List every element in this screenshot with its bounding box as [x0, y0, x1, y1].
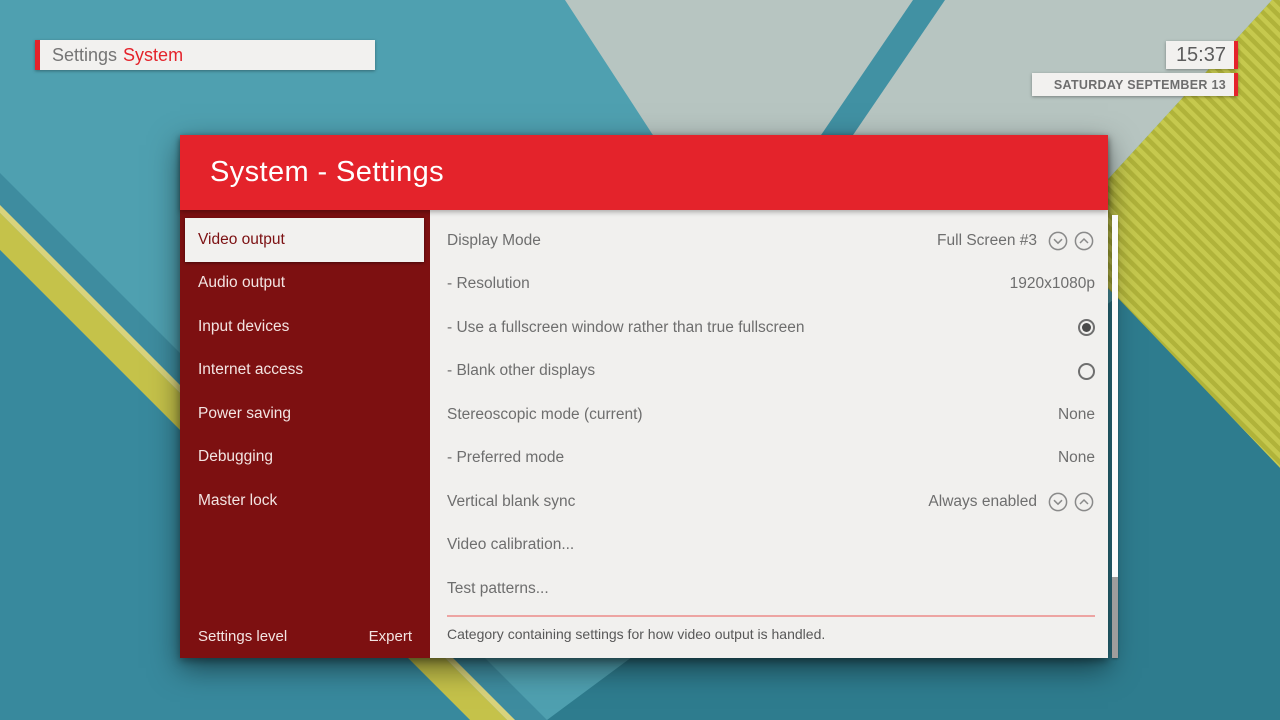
sidebar-item-label: Internet access: [198, 361, 303, 379]
sidebar-item-label: Audio output: [198, 274, 285, 292]
sidebar-item-label: Input devices: [198, 318, 289, 336]
setting-label: Vertical blank sync: [447, 493, 928, 511]
sidebar-item-label: Power saving: [198, 405, 291, 423]
setting-row-vertical-blank-sync[interactable]: Vertical blank syncAlways enabled: [430, 480, 1108, 524]
setting-row-display-mode[interactable]: Display ModeFull Screen #3: [430, 219, 1108, 263]
settings-dialog: System - Settings Video output Audio outp…: [180, 135, 1108, 658]
spinner-up-icon[interactable]: [1073, 230, 1095, 252]
setting-row-blank-other-displays[interactable]: - Blank other displays: [430, 350, 1108, 394]
spinner-control: [1047, 491, 1095, 513]
kodi-screen: Settings System 15:37 SATURDAY SEPTEMBER…: [0, 0, 1280, 720]
spinner-down-icon[interactable]: [1047, 230, 1069, 252]
sidebar-item-input-devices[interactable]: Input devices: [180, 305, 430, 349]
sidebar-item-label: Master lock: [198, 492, 277, 510]
sidebar-item-master-lock[interactable]: Master lock: [180, 479, 430, 523]
sidebar-item-debugging[interactable]: Debugging: [180, 436, 430, 480]
setting-label: Stereoscopic mode (current): [447, 406, 1058, 424]
sidebar-item-power-saving[interactable]: Power saving: [180, 392, 430, 436]
setting-row-stereoscopic-mode-current[interactable]: Stereoscopic mode (current)None: [430, 393, 1108, 437]
sidebar-item-video-output[interactable]: Video output: [185, 218, 424, 262]
setting-label: Video calibration...: [447, 536, 1095, 554]
setting-row-resolution[interactable]: - Resolution1920x1080p: [430, 263, 1108, 307]
spinner-control: [1047, 230, 1095, 252]
setting-row-use-a-fullscreen-window-rather-than-true-fullscreen[interactable]: - Use a fullscreen window rather than tr…: [430, 306, 1108, 350]
setting-row-video-calibration[interactable]: Video calibration...: [430, 524, 1108, 568]
dialog-header: System - Settings: [180, 135, 1108, 210]
settings-panel: Display ModeFull Screen #3- Resolution19…: [430, 210, 1108, 658]
dialog-scrollbar[interactable]: [1112, 215, 1118, 658]
sidebar-item-audio-output[interactable]: Audio output: [180, 262, 430, 306]
sidebar-item-label: Video output: [198, 231, 285, 249]
spinner-up-icon[interactable]: [1073, 491, 1095, 513]
clock-date: SATURDAY SEPTEMBER 13: [1054, 78, 1226, 92]
setting-row-test-patterns[interactable]: Test patterns...: [430, 567, 1108, 611]
settings-level-row[interactable]: Settings level Expert: [198, 628, 412, 645]
settings-level-value: Expert: [369, 628, 412, 645]
radio-button[interactable]: [1078, 319, 1095, 336]
setting-value: Full Screen #3: [937, 232, 1037, 250]
breadcrumb-subsection: System: [123, 45, 183, 66]
setting-value: 1920x1080p: [1010, 275, 1095, 293]
scrollbar-thumb[interactable]: [1112, 577, 1118, 658]
setting-value: None: [1058, 449, 1095, 467]
breadcrumb: Settings System: [35, 40, 375, 70]
sidebar-list: Video output Audio output Input devices Int…: [180, 218, 430, 523]
setting-label: - Resolution: [447, 275, 1010, 293]
clock-time: 15:37: [1176, 44, 1226, 67]
clock-time-box: 15:37: [1166, 41, 1238, 69]
breadcrumb-section: Settings: [52, 45, 117, 66]
setting-value: Always enabled: [928, 493, 1037, 511]
setting-label: - Use a fullscreen window rather than tr…: [447, 319, 1078, 337]
sidebar-item-internet-access[interactable]: Internet access: [180, 349, 430, 393]
dialog-title: System - Settings: [210, 156, 444, 189]
sidebar-item-label: Debugging: [198, 448, 273, 466]
setting-value: None: [1058, 406, 1095, 424]
dialog-body: Video output Audio output Input devices Int…: [180, 210, 1108, 658]
settings-rows: Display ModeFull Screen #3- Resolution19…: [430, 219, 1108, 611]
setting-label: - Preferred mode: [447, 449, 1058, 467]
setting-label: Test patterns...: [447, 580, 1095, 598]
settings-level-label: Settings level: [198, 628, 287, 645]
radio-button[interactable]: [1078, 363, 1095, 380]
sidebar-category-list: Video output Audio output Input devices Int…: [180, 210, 430, 658]
spinner-down-icon[interactable]: [1047, 491, 1069, 513]
clock-date-box: SATURDAY SEPTEMBER 13: [1032, 73, 1238, 96]
category-description: Category containing settings for how vid…: [430, 617, 1108, 642]
setting-label: - Blank other displays: [447, 362, 1078, 380]
setting-row-preferred-mode[interactable]: - Preferred modeNone: [430, 437, 1108, 481]
setting-label: Display Mode: [447, 232, 937, 250]
